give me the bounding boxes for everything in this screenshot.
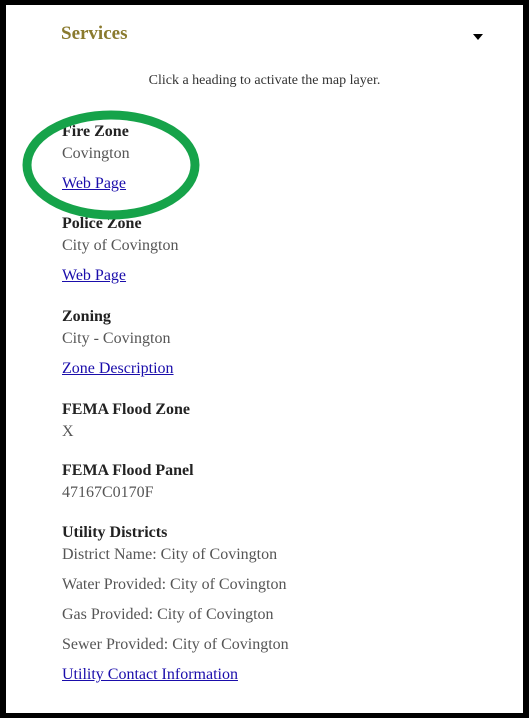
fire-zone-section: Fire Zone Covington Web Page — [62, 121, 130, 195]
utility-sewer-provider: Sewer Provided: City of Covington — [62, 636, 289, 653]
utility-district-name: District Name: City of Covington — [62, 546, 278, 563]
fire-zone-web-page-link[interactable]: Web Page — [62, 173, 126, 195]
flood-panel-section: FEMA Flood Panel 47167C0170F — [62, 460, 194, 504]
services-panel: Services Click a heading to activate the… — [0, 0, 529, 718]
zoning-value: City - Covington — [62, 330, 171, 347]
utility-gas-provider: Gas Provided: City of Covington — [62, 606, 274, 623]
fire-zone-heading[interactable]: Fire Zone — [62, 121, 130, 143]
police-zone-section: Police Zone City of Covington Web Page — [62, 213, 178, 287]
flood-panel-heading[interactable]: FEMA Flood Panel — [62, 460, 194, 482]
utility-water-provider: Water Provided: City of Covington — [62, 576, 287, 593]
zone-description-link[interactable]: Zone Description — [62, 358, 174, 380]
flood-zone-value: X — [62, 423, 74, 440]
utility-districts-heading[interactable]: Utility Districts — [62, 522, 289, 544]
flood-panel-value: 47167C0170F — [62, 484, 154, 501]
utility-contact-link[interactable]: Utility Contact Information — [62, 664, 238, 686]
utility-districts-section: Utility Districts District Name: City of… — [62, 522, 289, 686]
fire-zone-value: Covington — [62, 145, 130, 162]
zoning-heading[interactable]: Zoning — [62, 306, 174, 328]
instruction-text: Click a heading to activate the map laye… — [148, 73, 381, 88]
police-zone-web-page-link[interactable]: Web Page — [62, 265, 126, 287]
flood-zone-section: FEMA Flood Zone X — [62, 399, 190, 443]
police-zone-value: City of Covington — [62, 237, 179, 254]
zoning-section: Zoning City - Covington Zone Description — [62, 306, 174, 380]
flood-zone-heading[interactable]: FEMA Flood Zone — [62, 399, 190, 421]
panel-title[interactable]: Services — [61, 23, 127, 45]
collapse-caret-icon[interactable] — [473, 34, 483, 40]
police-zone-heading[interactable]: Police Zone — [62, 213, 178, 235]
